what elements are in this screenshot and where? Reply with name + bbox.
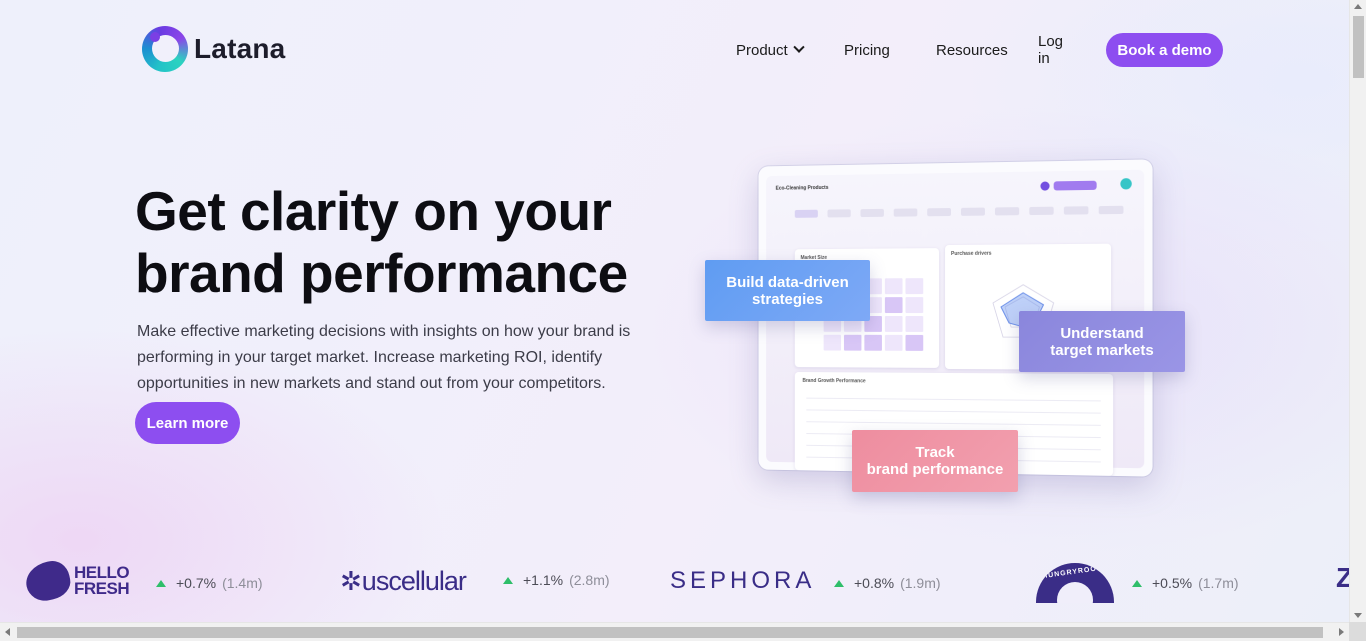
- triangle-up-icon: [1132, 579, 1142, 587]
- triangle-up-icon: [503, 576, 513, 584]
- stat-change: +1.1%: [523, 572, 564, 588]
- customer-stat-hungryroot: +0.5% (1.7m): [1132, 575, 1239, 591]
- customer-stat-hellofresh: +0.7% (1.4m): [156, 575, 263, 591]
- feature-card-target-markets: Understand target markets: [1019, 311, 1185, 372]
- customer-stat-uscellular: +1.1% (2.8m): [503, 572, 610, 588]
- card-markets-line-2: target markets: [1050, 341, 1154, 359]
- profile-avatar: [1120, 178, 1132, 190]
- hellofresh-lime-icon: [22, 557, 74, 605]
- stat-reach: (1.9m): [900, 575, 941, 591]
- dashboard-tab: [860, 208, 884, 218]
- uscellular-wordmark: uscellular: [361, 565, 467, 596]
- dashboard-tab: [1029, 206, 1054, 216]
- brand-name: Latana: [194, 33, 286, 64]
- dashboard-tab: [927, 208, 951, 217]
- nav-pricing[interactable]: Pricing: [844, 42, 890, 59]
- horizontal-scroll-thumb[interactable]: [17, 627, 1323, 638]
- avatar: [1040, 181, 1050, 191]
- purchase-drivers-title: Purchase drivers: [951, 250, 992, 257]
- dashboard-tab: [960, 207, 985, 216]
- feature-card-brand-performance: Track brand performance: [852, 430, 1018, 492]
- card-performance-line-1: Track: [915, 444, 955, 461]
- hungryroot-wordmark: HUNGRYROOT: [1041, 564, 1103, 581]
- dashboard-tab: [794, 209, 818, 218]
- brand-logo[interactable]: Latana: [142, 26, 285, 72]
- stat-change: +0.7%: [176, 575, 217, 591]
- customer-logo-uscellular: ✲ uscellular: [340, 556, 467, 606]
- hero-subtitle: Make effective marketing decisions with …: [137, 323, 631, 392]
- nav-resources[interactable]: Resources: [936, 42, 1008, 59]
- stat-reach: (1.4m): [222, 575, 263, 591]
- scroll-up-arrow-icon[interactable]: [1354, 4, 1362, 9]
- triangle-up-icon: [156, 579, 166, 587]
- uscellular-star-icon: ✲: [340, 565, 362, 596]
- dashboard-tab: [827, 209, 851, 218]
- dashboard-tab: [893, 208, 918, 217]
- learn-more-button[interactable]: Learn more: [135, 402, 240, 444]
- hero-title-line-2: brand performance: [135, 242, 628, 304]
- scrollbar-corner: [1349, 622, 1366, 641]
- nav-product[interactable]: Product: [736, 41, 805, 59]
- stat-reach: (1.7m): [1198, 575, 1239, 591]
- sephora-wordmark: SEPHORA: [670, 567, 816, 594]
- latana-logo-icon: [142, 26, 188, 72]
- customer-stat-sephora: +0.8% (1.9m): [834, 575, 941, 591]
- hellofresh-wordmark: HELLO FRESH: [74, 563, 130, 598]
- vertical-scrollbar[interactable]: [1349, 0, 1366, 622]
- stat-change: +0.8%: [854, 575, 895, 591]
- horizontal-scrollbar[interactable]: [0, 622, 1366, 641]
- stat-reach: (2.8m): [569, 572, 610, 588]
- scroll-right-arrow-icon[interactable]: [1339, 628, 1344, 636]
- triangle-up-icon: [834, 579, 844, 587]
- brand-growth-title: Brand Growth Performance: [802, 377, 866, 385]
- customer-logo-hellofresh: HELLO FRESH: [22, 556, 130, 606]
- scroll-left-arrow-icon[interactable]: [5, 628, 10, 636]
- chevron-down-icon: [793, 41, 805, 53]
- scroll-down-arrow-icon[interactable]: [1354, 613, 1362, 618]
- customer-logo-hungryroot: HUNGRYROOT: [1036, 558, 1114, 608]
- book-demo-button[interactable]: Book a demo: [1106, 33, 1223, 67]
- stat-change: +0.5%: [1152, 575, 1193, 591]
- hero-title-line-1: Get clarity on your: [135, 180, 612, 242]
- customer-logo-sephora: SEPHORA: [670, 556, 815, 606]
- card-strategies-line-2: strategies: [752, 290, 823, 308]
- feature-card-strategies: Build data-driven strategies: [705, 260, 870, 321]
- vertical-scroll-thumb[interactable]: [1353, 16, 1364, 78]
- dashboard-tab: [994, 207, 1020, 216]
- hungryroot-arc-icon: HUNGRYROOT: [1036, 563, 1114, 603]
- card-markets-line-1: Understand: [1060, 324, 1144, 342]
- dashboard-tabs: [794, 205, 1130, 220]
- nav-login[interactable]: Log in: [1038, 33, 1063, 67]
- dashboard-action-pill: [1053, 180, 1097, 191]
- dashboard-tab: [1063, 206, 1089, 215]
- hero-title: Get clarity on your brand performance: [135, 180, 695, 304]
- nav-product-label: Product: [736, 41, 788, 59]
- card-strategies-line-1: Build data-driven: [726, 273, 849, 291]
- dashboard-project-title: Eco-Cleaning Products: [775, 184, 829, 192]
- card-performance-line-2: brand performance: [866, 461, 1004, 478]
- dashboard-tab: [1098, 205, 1124, 215]
